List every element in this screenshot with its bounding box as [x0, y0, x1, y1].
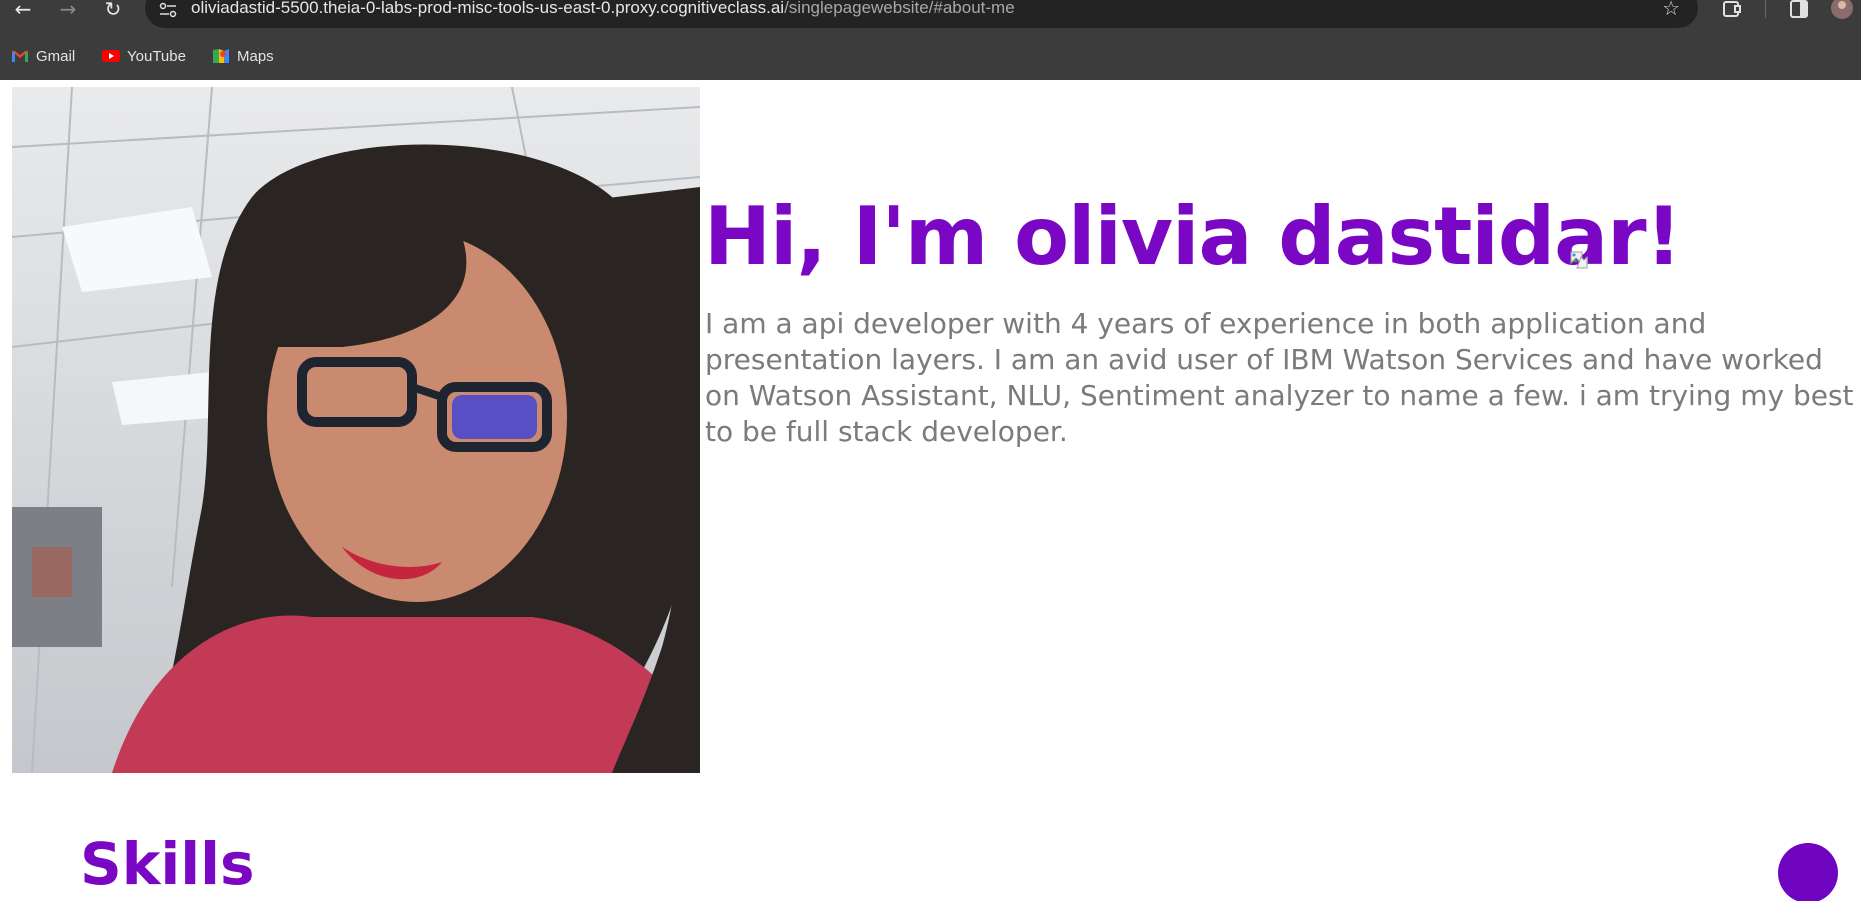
skills-heading: Skills: [80, 830, 255, 898]
about-text: I am a api developer with 4 years of exp…: [705, 307, 1854, 448]
bookmark-star-icon[interactable]: ☆: [1662, 0, 1680, 20]
site-info-icon[interactable]: [159, 2, 177, 18]
address-bar[interactable]: oliviadastid-5500.theia-0-labs-prod-misc…: [145, 0, 1698, 28]
gmail-icon: [12, 51, 28, 62]
url-host: oliviadastid-5500.theia-0-labs-prod-misc…: [191, 0, 785, 17]
profile-photo: [12, 87, 700, 773]
bookmark-gmail[interactable]: Gmail: [11, 46, 75, 66]
profile-avatar-icon[interactable]: [1828, 0, 1856, 24]
forward-icon[interactable]: →: [53, 0, 83, 24]
bookmark-label: Maps: [237, 47, 274, 65]
youtube-icon: [102, 50, 120, 62]
broken-image-icon: [1570, 251, 1588, 269]
maps-icon: [213, 49, 229, 63]
page-content: Hi, I'm olivia dastidar! I am a api deve…: [0, 80, 1861, 901]
page-title: Hi, I'm olivia dastidar!: [704, 190, 1682, 283]
profile-photo-illustration: [12, 87, 700, 773]
back-icon[interactable]: ←: [8, 0, 38, 24]
scroll-top-button[interactable]: [1778, 843, 1838, 901]
url-text[interactable]: oliviadastid-5500.theia-0-labs-prod-misc…: [191, 0, 1015, 18]
browser-chrome: ← → ↻ oliviadastid-5500.theia-0-labs-pro…: [0, 0, 1861, 80]
extensions-icon[interactable]: [1718, 0, 1746, 24]
bookmark-label: YouTube: [127, 47, 186, 65]
bookmarks-bar: Gmail YouTube Maps: [0, 40, 1861, 70]
bookmark-youtube[interactable]: YouTube: [102, 46, 186, 66]
browser-toolbar: ← → ↻ oliviadastid-5500.theia-0-labs-pro…: [0, 0, 1861, 34]
bookmark-maps[interactable]: Maps: [212, 46, 274, 66]
reload-icon[interactable]: ↻: [98, 0, 128, 24]
bookmark-label: Gmail: [36, 47, 76, 65]
url-path: /singlepagewebsite/#about-me: [784, 0, 1015, 17]
toolbar-divider: [1765, 0, 1766, 18]
side-panel-icon[interactable]: [1785, 0, 1813, 24]
